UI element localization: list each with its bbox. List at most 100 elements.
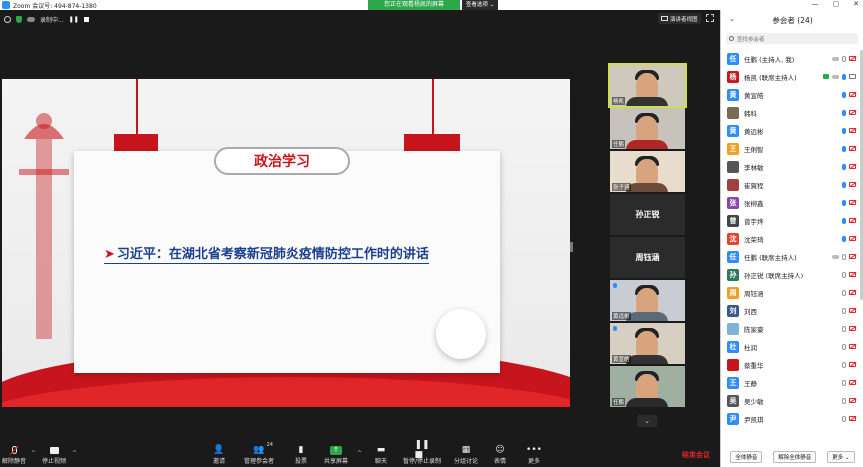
participant-row[interactable]: 杨杨凯 (联席主持人): [721, 68, 859, 85]
participant-row[interactable]: 沈沈荣琦: [721, 230, 859, 247]
more-button[interactable]: ••• 更多: [526, 445, 542, 465]
invite-button[interactable]: 👤 邀请: [213, 445, 225, 465]
video-off-icon[interactable]: [849, 254, 856, 259]
speaker-view-button[interactable]: 演讲者视图: [658, 13, 701, 24]
participant-row[interactable]: 任任鹏 (联席主持人): [721, 248, 859, 265]
participant-row[interactable]: 韩科: [721, 104, 859, 121]
participant-row[interactable]: 黄黄远彬: [721, 122, 859, 139]
breakout-rooms-button[interactable]: ▦ 分组讨论: [454, 445, 478, 465]
unmute-button[interactable]: 解除静音: [2, 445, 26, 465]
mic-muted-icon[interactable]: [842, 361, 846, 368]
video-off-icon[interactable]: [849, 380, 856, 385]
mic-muted-icon[interactable]: [842, 343, 846, 350]
stop-video-button[interactable]: 停止视频: [42, 445, 66, 465]
maximize-button[interactable]: ▢: [833, 0, 840, 10]
mic-muted-icon[interactable]: [842, 55, 846, 62]
pause-recording-icon[interactable]: ❚❚: [69, 16, 79, 23]
mic-muted-icon[interactable]: [842, 415, 846, 422]
video-off-icon[interactable]: [849, 218, 856, 223]
video-thumb-sunzhengrui[interactable]: 孙正锐: [610, 194, 685, 235]
video-off-icon[interactable]: [849, 200, 856, 205]
close-button[interactable]: ✕: [853, 0, 859, 10]
mic-on-icon[interactable]: [842, 217, 846, 224]
video-off-icon[interactable]: [849, 290, 856, 295]
participant-row[interactable]: 杜杜润: [721, 338, 859, 355]
video-off-icon[interactable]: [849, 344, 856, 349]
mic-on-icon[interactable]: [842, 91, 846, 98]
mic-on-icon[interactable]: [842, 109, 846, 116]
mic-muted-icon[interactable]: [842, 289, 846, 296]
mic-on-icon[interactable]: [842, 127, 846, 134]
video-off-icon[interactable]: [849, 236, 856, 241]
video-off-icon[interactable]: [849, 272, 856, 277]
participant-row[interactable]: 蔡重华: [721, 356, 859, 373]
mic-muted-icon[interactable]: [842, 397, 846, 404]
video-off-icon[interactable]: [849, 128, 856, 133]
reactions-button[interactable]: ☺ 表情: [494, 445, 506, 465]
participant-row[interactable]: 尹尹凯琪: [721, 410, 859, 427]
participant-row[interactable]: 王王静: [721, 374, 859, 391]
thumb-scroll-down-button[interactable]: ⌄: [637, 415, 657, 427]
mic-muted-icon[interactable]: [842, 253, 846, 260]
video-off-icon[interactable]: [849, 398, 856, 403]
share-options-chevron-icon[interactable]: ^: [357, 450, 362, 457]
video-off-icon[interactable]: [849, 326, 856, 331]
video-options-chevron-icon[interactable]: ^: [72, 450, 77, 457]
video-on-icon[interactable]: [849, 74, 856, 79]
encryption-shield-icon[interactable]: [16, 16, 22, 23]
video-off-icon[interactable]: [849, 164, 856, 169]
audio-options-chevron-icon[interactable]: ^: [31, 450, 36, 457]
fullscreen-icon[interactable]: [706, 14, 714, 22]
participant-row[interactable]: 任任鹏 (主持人, 我): [721, 50, 859, 67]
view-options-button[interactable]: 查看选项 ⌄: [462, 0, 498, 10]
participant-row[interactable]: 吴吴少敏: [721, 392, 859, 409]
unmute-all-button[interactable]: 解除全体静音: [773, 451, 817, 463]
mic-muted-icon[interactable]: [842, 271, 846, 278]
stop-recording-icon[interactable]: [83, 17, 89, 22]
participant-row[interactable]: 孙孙正锐 (联席主持人): [721, 266, 859, 283]
minimize-button[interactable]: —: [812, 0, 819, 10]
participant-row[interactable]: 李林敏: [721, 158, 859, 175]
mic-on-icon[interactable]: [842, 199, 846, 206]
video-off-icon[interactable]: [849, 182, 856, 187]
video-thumb-yangkai[interactable]: 杨凯: [608, 63, 687, 108]
video-off-icon[interactable]: [849, 416, 856, 421]
video-off-icon[interactable]: [849, 92, 856, 97]
chat-button[interactable]: ▬ 聊天: [375, 445, 387, 465]
participant-row[interactable]: 崔賀程: [721, 176, 859, 193]
video-off-icon[interactable]: [849, 362, 856, 367]
participant-row[interactable]: 王王俐智: [721, 140, 859, 157]
video-thumb-zhouyuhan[interactable]: 周钰涵: [610, 237, 685, 278]
poll-button[interactable]: ▮ 投票: [295, 445, 307, 465]
participant-row[interactable]: 曾曾宇烨: [721, 212, 859, 229]
participant-search-input[interactable]: 查找参会者: [726, 33, 858, 44]
participant-row[interactable]: 刘刘西: [721, 302, 859, 319]
participant-row[interactable]: 张张柳鑫: [721, 194, 859, 211]
manage-participants-button[interactable]: 👥 24 管理参会者: [244, 442, 274, 465]
video-off-icon[interactable]: [849, 146, 856, 151]
video-off-icon[interactable]: [849, 56, 856, 61]
mic-muted-icon[interactable]: [842, 325, 846, 332]
video-thumb-huangxuanhao[interactable]: 黄宣皓: [610, 323, 685, 364]
mic-on-icon[interactable]: [842, 181, 846, 188]
video-off-icon[interactable]: [849, 308, 856, 313]
split-divider-handle[interactable]: [570, 242, 573, 252]
mic-muted-icon[interactable]: [842, 379, 846, 386]
panel-more-button[interactable]: 更多 ⌄: [827, 451, 855, 463]
video-thumb-renpeng[interactable]: 任鹏: [610, 108, 685, 149]
mic-on-icon[interactable]: [842, 145, 846, 152]
video-thumb-renpeng-2[interactable]: 任鹏: [610, 366, 685, 407]
mic-muted-icon[interactable]: [842, 307, 846, 314]
participant-row[interactable]: 陈家豪: [721, 320, 859, 337]
participant-row[interactable]: 黄黄宣皓: [721, 86, 859, 103]
mic-on-icon[interactable]: [842, 235, 846, 242]
info-icon[interactable]: [4, 16, 11, 23]
end-meeting-button[interactable]: 结束会议: [682, 450, 710, 460]
video-off-icon[interactable]: [849, 110, 856, 115]
mic-on-icon[interactable]: [842, 73, 846, 80]
mic-on-icon[interactable]: [842, 163, 846, 170]
mute-all-button[interactable]: 全体静音: [730, 451, 763, 463]
participant-row[interactable]: 周周钰涵: [721, 284, 859, 301]
pause-stop-recording-button[interactable]: ❚❚ ■ 暂停/停止录制: [403, 440, 441, 465]
video-thumb-zhangzihan[interactable]: 张子涵: [610, 151, 685, 192]
